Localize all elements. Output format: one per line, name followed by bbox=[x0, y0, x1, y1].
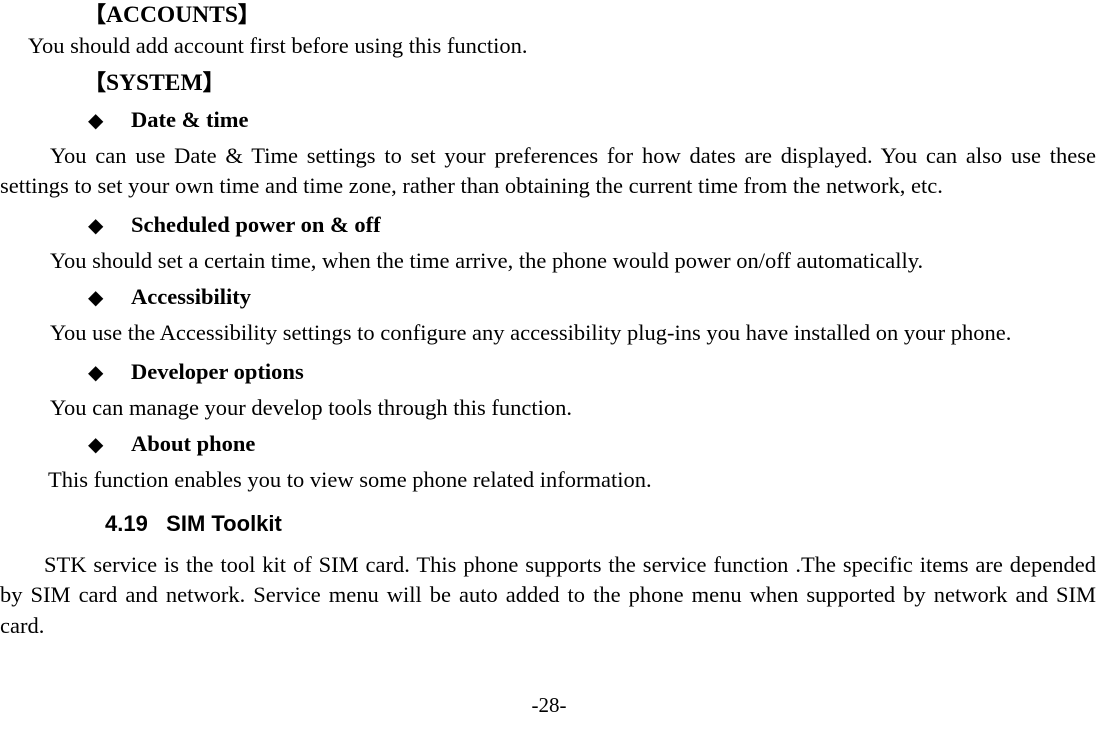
about-phone-heading: ◆ About phone bbox=[0, 429, 1098, 459]
diamond-bullet-icon: ◆ bbox=[88, 432, 104, 456]
page-number-footer: -28- bbox=[531, 693, 567, 717]
bracket-close-glyph: 】 bbox=[237, 3, 260, 28]
sim-toolkit-description: STK service is the tool kit of SIM card.… bbox=[0, 551, 1096, 638]
bracket-close-glyph: 】 bbox=[202, 70, 225, 96]
date-time-description: You can use Date & Time settings to set … bbox=[0, 142, 1096, 199]
accounts-description: You should add account first before usin… bbox=[28, 33, 528, 58]
date-time-heading-label: Date & time bbox=[131, 106, 249, 132]
accessibility-description: You use the Accessibility settings to co… bbox=[50, 320, 1012, 345]
diamond-bullet-icon: ◆ bbox=[88, 107, 104, 132]
system-heading-text: SYSTEM bbox=[106, 69, 203, 96]
scheduled-power-heading: ◆ Scheduled power on & off bbox=[0, 210, 1098, 240]
scheduled-power-heading-label: Scheduled power on & off bbox=[131, 211, 381, 237]
developer-options-description: You can manage your develop tools throug… bbox=[50, 394, 573, 420]
date-time-heading: ◆ Date & time bbox=[0, 105, 1098, 135]
accessibility-heading: ◆ Accessibility bbox=[0, 282, 1098, 312]
manual-page: 【ACCOUNTS】 You should add account first … bbox=[0, 0, 1098, 738]
bracket-open-glyph: 【 bbox=[84, 3, 107, 28]
developer-options-heading: ◆ Developer options bbox=[0, 357, 1098, 387]
system-section-heading: 【SYSTEM】 bbox=[0, 68, 1098, 99]
sim-toolkit-section-heading: 4.19 SIM Toolkit bbox=[105, 510, 282, 536]
accounts-section-heading: 【ACCOUNTS】 bbox=[0, 0, 1098, 31]
about-phone-heading-label: About phone bbox=[131, 431, 256, 456]
bracket-open-glyph: 【 bbox=[84, 70, 107, 96]
developer-options-heading-label: Developer options bbox=[131, 358, 304, 384]
diamond-bullet-icon: ◆ bbox=[88, 285, 104, 309]
diamond-bullet-icon: ◆ bbox=[88, 212, 104, 237]
about-phone-description: This function enables you to view some p… bbox=[48, 467, 652, 492]
accounts-heading-text: ACCOUNTS bbox=[106, 2, 238, 28]
page-content: 【ACCOUNTS】 You should add account first … bbox=[0, 0, 1098, 641]
accessibility-heading-label: Accessibility bbox=[131, 284, 251, 309]
diamond-bullet-icon: ◆ bbox=[88, 359, 104, 384]
scheduled-power-description: You should set a certain time, when the … bbox=[50, 247, 924, 273]
